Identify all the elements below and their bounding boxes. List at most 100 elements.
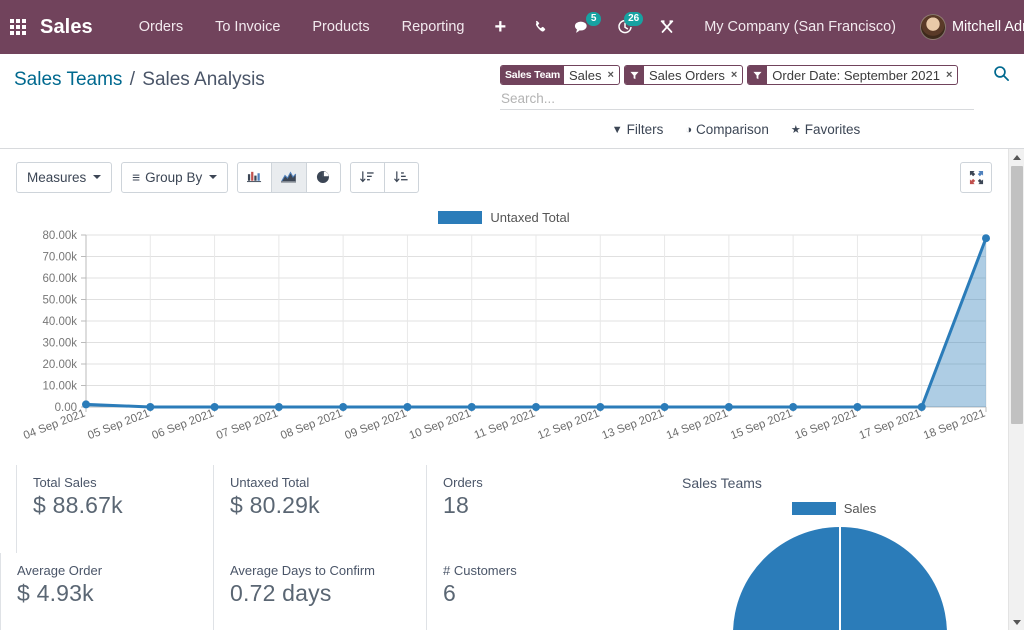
svg-text:07 Sep 2021: 07 Sep 2021: [215, 408, 280, 443]
filter-icon: ▼: [612, 124, 623, 136]
measures-label: Measures: [27, 170, 86, 185]
line-chart-button[interactable]: [271, 162, 307, 193]
tile-label: Untaxed Total: [230, 475, 426, 490]
tile-label: Average Days to Confirm: [230, 563, 426, 578]
expand-button[interactable]: [960, 162, 992, 193]
tile-average-days-to-confirm[interactable]: Average Days to Confirm 0.72 days: [213, 553, 426, 630]
messages-icon[interactable]: 5: [561, 15, 604, 39]
line-chart-icon: [281, 170, 297, 184]
facet-key-sales-team: Sales Team: [501, 66, 564, 84]
search-input-wrapper: [500, 89, 974, 110]
bar-chart-button[interactable]: [237, 162, 272, 193]
group-by-dropdown[interactable]: ≡ Group By: [121, 162, 228, 193]
facet-remove-icon[interactable]: ×: [608, 69, 614, 81]
svg-text:14 Sep 2021: 14 Sep 2021: [665, 408, 730, 443]
filters-label: Filters: [627, 122, 664, 137]
star-icon: ★: [791, 123, 801, 136]
filters-dropdown[interactable]: ▼ Filters: [612, 122, 664, 137]
tile-average-order[interactable]: Average Order $ 4.93k: [0, 553, 213, 630]
apps-grid-icon[interactable]: [10, 19, 26, 35]
chart-toolbar: Measures ≡ Group By: [0, 161, 1008, 193]
activities-badge: 26: [624, 12, 643, 26]
svg-text:17 Sep 2021: 17 Sep 2021: [858, 408, 923, 443]
vertical-scrollbar[interactable]: [1008, 149, 1024, 630]
sales-line-chart[interactable]: Untaxed Total 80.00k70.00k60.00k50.00k40…: [0, 207, 1008, 457]
sales-teams-panel: Sales Teams Sales: [660, 465, 1008, 630]
search-icon[interactable]: [977, 64, 1012, 85]
search-input[interactable]: [500, 89, 974, 109]
tile-value: $ 80.29k: [230, 492, 426, 519]
measures-dropdown[interactable]: Measures: [16, 162, 112, 193]
svg-text:10 Sep 2021: 10 Sep 2021: [408, 408, 473, 443]
main-menu: Orders To Invoice Products Reporting +: [123, 13, 520, 41]
expand-icon: [969, 170, 984, 185]
pie-legend[interactable]: Sales: [660, 501, 1008, 516]
sort-descending-icon: [360, 170, 375, 184]
app-brand-sales[interactable]: Sales: [40, 16, 93, 39]
tile-value: $ 88.67k: [33, 492, 213, 519]
favorites-dropdown[interactable]: ★ Favorites: [791, 122, 860, 137]
chart-legend[interactable]: Untaxed Total: [0, 207, 1008, 227]
svg-text:60.00k: 60.00k: [42, 273, 77, 285]
legend-swatch-sales: [792, 502, 836, 515]
facet-remove-icon[interactable]: ×: [946, 69, 952, 81]
bar-chart-icon: [247, 170, 262, 184]
svg-text:50.00k: 50.00k: [42, 295, 77, 307]
menu-item-orders[interactable]: Orders: [123, 13, 199, 41]
company-selector[interactable]: My Company (San Francisco): [688, 19, 912, 35]
activities-icon[interactable]: 26: [604, 15, 646, 39]
facet-sales-orders[interactable]: Sales Orders ×: [624, 65, 743, 85]
facet-value-sales-team: Sales: [569, 68, 602, 83]
svg-text:13 Sep 2021: 13 Sep 2021: [600, 408, 665, 443]
svg-text:12 Sep 2021: 12 Sep 2021: [536, 408, 601, 443]
facet-value-order-date: Order Date: September 2021: [772, 68, 940, 83]
pie-chart-button[interactable]: [306, 162, 341, 193]
svg-text:09 Sep 2021: 09 Sep 2021: [343, 408, 408, 443]
comparison-dropdown[interactable]: ◑ Comparison: [685, 122, 768, 137]
search-facets: Sales Team Sales × Sales Orders ×: [500, 64, 977, 86]
legend-label-sales: Sales: [844, 501, 877, 516]
menu-item-to-invoice[interactable]: To Invoice: [199, 13, 296, 41]
scroll-up-icon[interactable]: [1009, 149, 1024, 165]
tile-label: # Customers: [443, 563, 639, 578]
svg-text:08 Sep 2021: 08 Sep 2021: [279, 408, 344, 443]
user-menu[interactable]: Mitchell Admin: [912, 14, 1024, 40]
search-facets-row: Sales Team Sales × Sales Orders ×: [500, 64, 1012, 86]
sort-ascending-button[interactable]: [384, 162, 419, 193]
list-icon: ≡: [132, 170, 140, 185]
navbar-right: 5 26 My Company (San Francisco) Mitchell…: [520, 14, 1024, 40]
sort-buttons: [350, 162, 419, 193]
svg-text:05 Sep 2021: 05 Sep 2021: [86, 408, 151, 443]
search-view: Sales Team Sales × Sales Orders ×: [500, 62, 1012, 137]
facet-sales-team[interactable]: Sales Team Sales ×: [500, 65, 620, 85]
search-dropdowns: ▼ Filters ◑ Comparison ★ Favorites: [500, 122, 1012, 137]
top-navbar: Sales Orders To Invoice Products Reporti…: [0, 0, 1024, 54]
comparison-icon: ◑: [685, 124, 692, 136]
tile-orders[interactable]: Orders 18: [426, 465, 639, 553]
tile-value: 6: [443, 580, 639, 607]
favorites-label: Favorites: [805, 122, 861, 137]
facet-remove-icon[interactable]: ×: [731, 69, 737, 81]
scroll-down-icon[interactable]: [1009, 614, 1024, 630]
breadcrumb-parent[interactable]: Sales Teams: [14, 69, 122, 90]
tile-label: Average Order: [17, 563, 213, 578]
sort-descending-button[interactable]: [350, 162, 385, 193]
svg-text:20.00k: 20.00k: [42, 359, 77, 371]
legend-label-untaxed-total: Untaxed Total: [490, 210, 569, 225]
scrollbar-thumb[interactable]: [1011, 166, 1023, 424]
tile-untaxed-total[interactable]: Untaxed Total $ 80.29k: [213, 465, 426, 553]
menu-item-reporting[interactable]: Reporting: [386, 13, 481, 41]
facet-order-date[interactable]: Order Date: September 2021 ×: [747, 65, 958, 85]
kpi-tiles: Total Sales $ 88.67k Untaxed Total $ 80.…: [0, 465, 660, 630]
tile-total-sales[interactable]: Total Sales $ 88.67k: [16, 465, 213, 553]
tile-customers[interactable]: # Customers 6: [426, 553, 639, 630]
sales-teams-title: Sales Teams: [660, 475, 1008, 491]
sort-ascending-icon: [394, 170, 409, 184]
sales-teams-pie-chart[interactable]: [660, 516, 1000, 630]
phone-icon[interactable]: [520, 16, 561, 39]
tile-value: 0.72 days: [230, 580, 426, 607]
avatar: [920, 14, 946, 40]
add-new-icon[interactable]: +: [481, 15, 521, 39]
tools-icon[interactable]: [646, 15, 688, 39]
menu-item-products[interactable]: Products: [296, 13, 385, 41]
